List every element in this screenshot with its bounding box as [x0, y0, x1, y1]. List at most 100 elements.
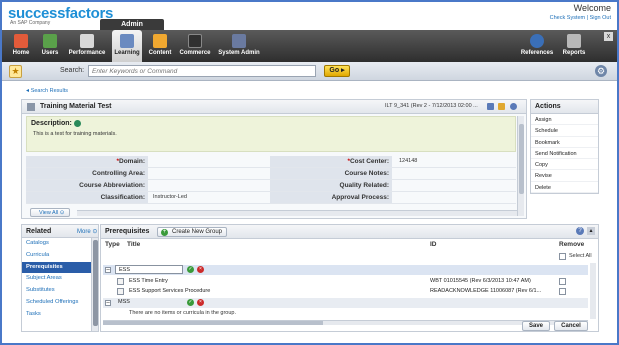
description-box: Description: This is a test for training…: [26, 116, 516, 152]
course-notes-label: Course Notes:: [270, 168, 392, 179]
related-item-substitutes[interactable]: Substitutes: [22, 285, 98, 297]
prerequisites-vertical-scrollbar[interactable]: [590, 263, 596, 319]
help-icon[interactable]: [510, 103, 517, 110]
related-scrollbar[interactable]: [91, 238, 98, 331]
actions-panel: Actions Assign Schedule Bookmark Send No…: [530, 99, 599, 194]
save-button[interactable]: Save: [522, 321, 550, 331]
related-item-tasks[interactable]: Tasks: [22, 309, 98, 321]
quality-related-label: Quality Related:: [270, 180, 392, 191]
nav-home[interactable]: Home: [10, 30, 32, 62]
empty-group-message: There are no items or curricula in the g…: [129, 310, 236, 316]
nav-references-label: References: [520, 50, 554, 56]
related-item-scheduled-offerings[interactable]: Scheduled Offerings: [22, 297, 98, 309]
home-icon: [14, 34, 28, 48]
performance-icon: [80, 34, 94, 48]
cost-center-label: *Cost Center:: [270, 156, 392, 167]
select-all-checkbox[interactable]: [559, 253, 566, 260]
search-input[interactable]: [88, 65, 316, 77]
view-all-button[interactable]: View All ⊙: [30, 208, 70, 217]
delete-icon[interactable]: ×: [197, 299, 204, 306]
related-item-subject-areas[interactable]: Subject Areas: [22, 273, 98, 285]
prerequisites-panel: Prerequisites + Create New Group ? ▴ Typ…: [100, 224, 599, 332]
nav-system-admin[interactable]: System Admin: [217, 30, 261, 62]
col-remove-header: Remove: [559, 241, 585, 248]
action-schedule[interactable]: Schedule: [531, 125, 598, 137]
scroll-thumb[interactable]: [103, 321, 323, 325]
nav-commerce-label: Commerce: [179, 50, 211, 56]
nav-reports-label: Reports: [562, 50, 586, 56]
cancel-button[interactable]: Cancel: [554, 321, 588, 331]
help-icon[interactable]: ?: [576, 227, 584, 235]
export-icon[interactable]: [498, 103, 505, 110]
collapse-icon[interactable]: ▴: [587, 227, 595, 235]
gear-icon[interactable]: ⚙: [595, 65, 607, 77]
action-copy[interactable]: Copy: [531, 159, 598, 171]
related-more-link[interactable]: More ⊙: [77, 228, 97, 235]
action-send-notification[interactable]: Send Notification: [531, 148, 598, 160]
prerequisites-horizontal-scrollbar[interactable]: [103, 320, 588, 325]
collapse-group-toggle[interactable]: –: [105, 300, 111, 306]
confirm-icon[interactable]: ✓: [187, 266, 194, 273]
favorites-star-icon[interactable]: ★: [9, 65, 22, 78]
nav-users-label: Users: [41, 50, 59, 56]
document-icon: [117, 288, 124, 295]
prerequisite-title[interactable]: ESS Time Entry: [129, 278, 168, 284]
course-abbreviation-label: Course Abbreviation:: [26, 180, 148, 191]
remove-checkbox[interactable]: [559, 288, 566, 295]
related-title: Related: [26, 228, 52, 235]
nav-learning-label: Learning: [114, 50, 140, 56]
action-assign[interactable]: Assign: [531, 114, 598, 126]
scroll-thumb[interactable]: [519, 124, 524, 194]
item-fields: *Domain: *Cost Center: 124148 Controllin…: [26, 156, 516, 205]
controlling-area-label: Controlling Area:: [26, 168, 148, 179]
create-new-group-button[interactable]: + Create New Group: [157, 227, 228, 237]
group-name: MSS: [118, 299, 130, 305]
close-icon[interactable]: x: [604, 32, 613, 41]
nav-system-admin-label: System Admin: [218, 50, 260, 56]
details-vertical-scrollbar[interactable]: [517, 116, 524, 216]
collapse-group-toggle[interactable]: –: [105, 267, 111, 273]
remove-checkbox[interactable]: [559, 278, 566, 285]
nav-content[interactable]: Content: [146, 30, 174, 62]
prerequisite-row: ESS Time Entry WBT 01015545 (Rev 6/3/201…: [103, 277, 588, 286]
users-icon: [43, 34, 57, 48]
nav-reports[interactable]: Reports: [560, 30, 588, 62]
details-horizontal-scrollbar[interactable]: [77, 210, 517, 216]
nav-users[interactable]: Users: [38, 30, 62, 62]
scroll-thumb[interactable]: [93, 240, 98, 326]
action-revise[interactable]: Revise: [531, 170, 598, 182]
group-name-input[interactable]: ESS: [115, 265, 183, 274]
plus-icon: +: [161, 229, 168, 236]
group-row-ess: – ESS ✓ ×: [103, 265, 588, 275]
nav-learning[interactable]: Learning: [112, 30, 142, 62]
header-links[interactable]: Check System | Sign Out: [550, 15, 611, 21]
nav-commerce[interactable]: Commerce: [178, 30, 212, 62]
reports-icon: [567, 34, 581, 48]
action-bookmark[interactable]: Bookmark: [531, 137, 598, 148]
classification-value: Instructor-Led: [153, 194, 187, 200]
col-type-header: Type: [105, 241, 120, 248]
action-delete[interactable]: Delete: [531, 182, 598, 194]
prerequisites-header: Prerequisites + Create New Group ? ▴: [101, 225, 598, 239]
related-header: Related More ⊙: [22, 225, 98, 238]
related-item-curricula[interactable]: Curricula: [22, 250, 98, 262]
breadcrumb-link[interactable]: Search Results: [31, 88, 68, 94]
nav-performance[interactable]: Performance: [66, 30, 108, 62]
related-item-prerequisites[interactable]: Prerequisites: [22, 261, 98, 274]
document-icon: [117, 278, 124, 285]
classification-label: Classification:: [26, 192, 148, 203]
group-row-mss: – MSS ✓ ×: [103, 298, 588, 308]
item-title-bar: Training Material Test ILT 9_341 (Rev 2 …: [22, 100, 526, 114]
field-row: Classification: Instructor-Led Approval …: [26, 192, 516, 204]
prerequisites-title: Prerequisites: [105, 228, 150, 235]
related-item-catalogs[interactable]: Catalogs: [22, 238, 98, 250]
globe-icon[interactable]: [74, 120, 81, 127]
nav-references[interactable]: References: [518, 30, 556, 62]
print-icon[interactable]: [487, 103, 494, 110]
breadcrumb[interactable]: ◂ Search Results: [26, 87, 68, 94]
go-button[interactable]: Go ▸: [324, 65, 350, 77]
delete-icon[interactable]: ×: [197, 266, 204, 273]
col-title-header: Title: [127, 241, 141, 248]
confirm-icon[interactable]: ✓: [187, 299, 194, 306]
prerequisite-title[interactable]: ESS Support Services Procedure: [129, 288, 210, 294]
